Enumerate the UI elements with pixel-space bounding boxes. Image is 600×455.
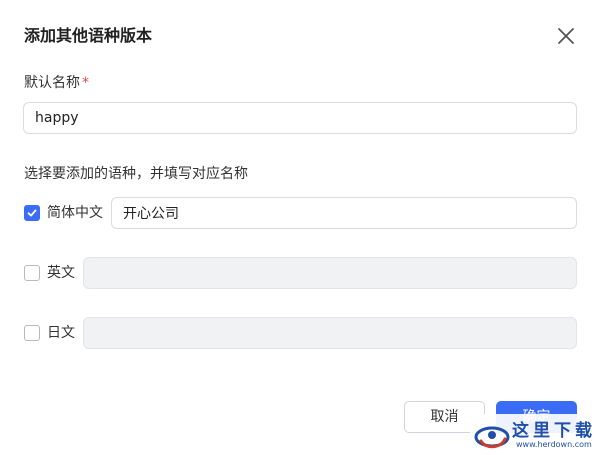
watermark-text: 这里下载 <box>512 421 596 441</box>
language-label-english: 英文 <box>47 265 75 281</box>
checkbox-english[interactable] <box>24 265 40 281</box>
add-language-dialog: 添加其他语种版本 默认名称* 选择要添加的语种，并填写对应名称 简体中文 英文 … <box>0 0 600 455</box>
watermark-logo-icon <box>474 426 510 449</box>
name-input-english[interactable] <box>83 257 577 289</box>
language-label-japanese: 日文 <box>47 325 75 341</box>
default-name-input[interactable] <box>23 102 577 134</box>
checkbox-japanese[interactable] <box>24 325 40 341</box>
default-name-label-text: 默认名称 <box>24 75 80 91</box>
close-icon[interactable] <box>554 24 578 48</box>
check-icon <box>27 209 37 217</box>
watermark-url: www.herdown.com <box>516 440 592 449</box>
name-input-simplified-chinese[interactable] <box>111 197 577 229</box>
dialog-title: 添加其他语种版本 <box>24 26 153 45</box>
checkbox-simplified-chinese[interactable] <box>24 205 40 221</box>
watermark: 这里下载 www.herdown.com <box>470 414 600 455</box>
language-instruction: 选择要添加的语种，并填写对应名称 <box>24 166 248 182</box>
default-name-label: 默认名称 * <box>24 73 89 93</box>
name-input-japanese[interactable] <box>83 317 577 349</box>
required-mark: * <box>82 75 89 91</box>
language-label-simplified-chinese: 简体中文 <box>47 205 103 221</box>
